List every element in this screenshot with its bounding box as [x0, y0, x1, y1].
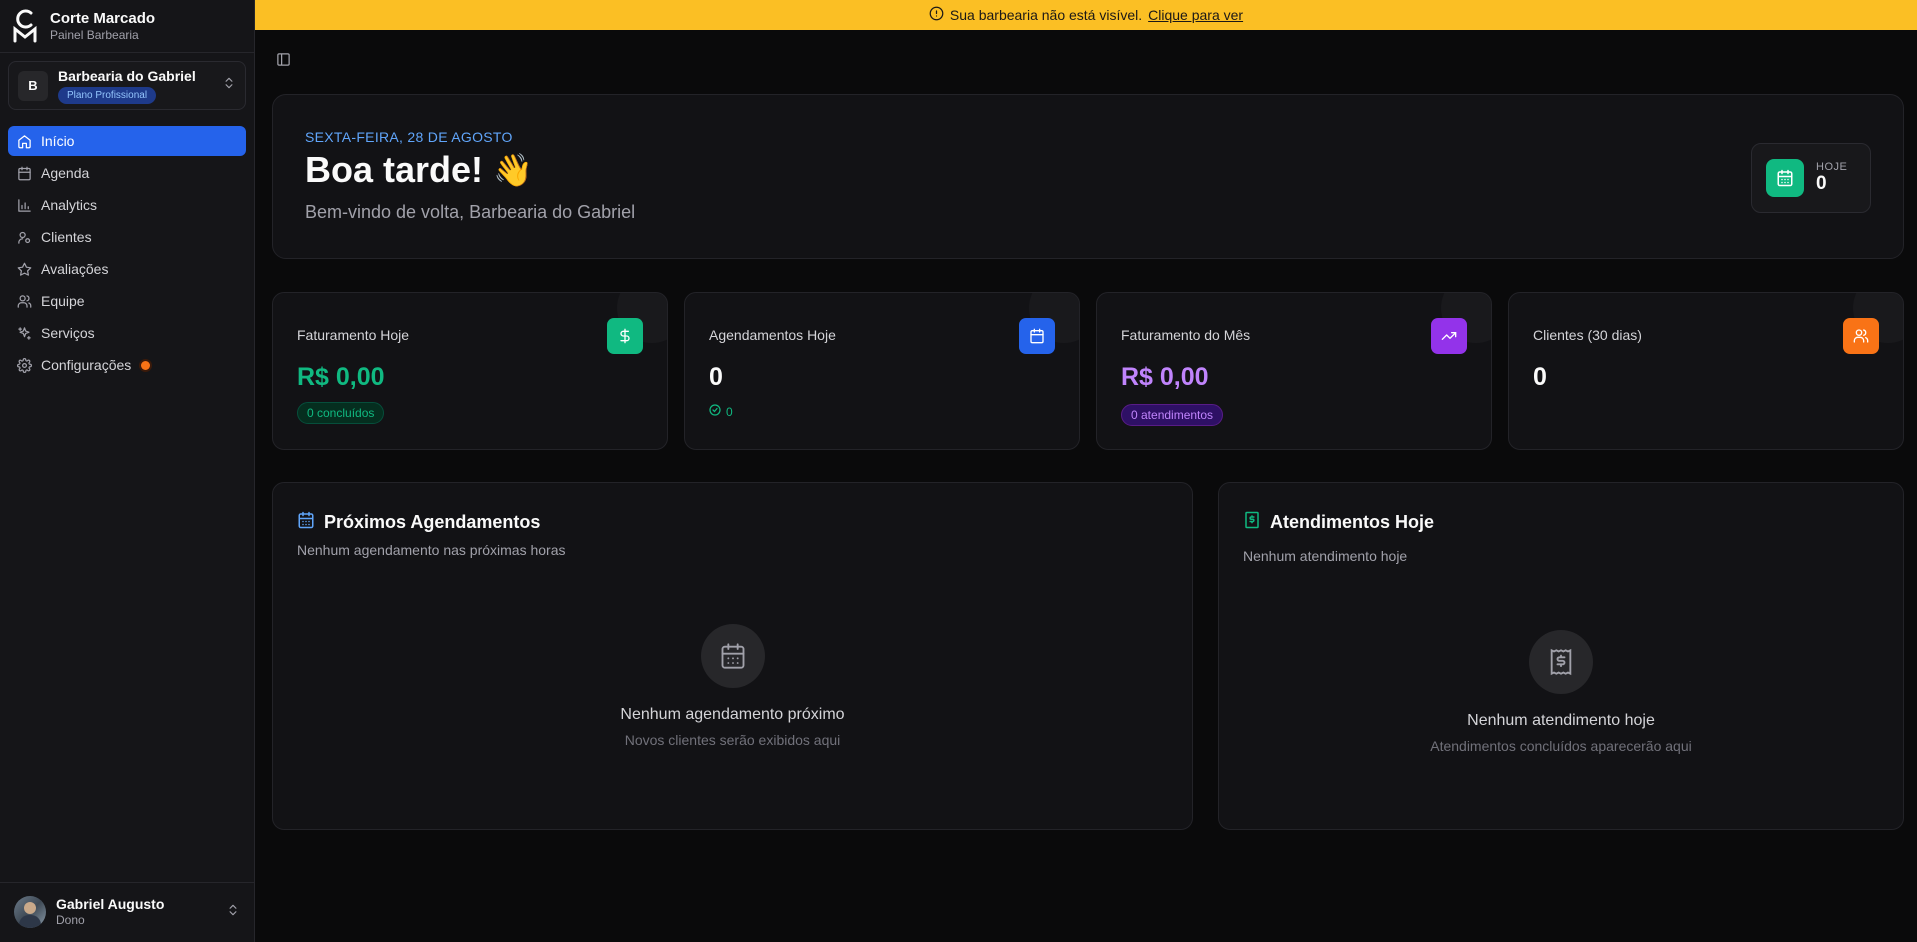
- team-icon: [17, 294, 32, 309]
- calendar-icon: [700, 624, 765, 688]
- stat-value: R$ 0,00: [1121, 363, 1209, 391]
- sidebar-toggle-button[interactable]: [274, 53, 292, 71]
- stat-value: R$ 0,00: [297, 363, 385, 391]
- logo-icon: [12, 8, 38, 44]
- empty-subtitle: Novos clientes serão exibidos aqui: [624, 732, 841, 748]
- divider: [0, 882, 255, 883]
- dollar-icon: [607, 318, 643, 354]
- stat-card-revenue-month: Faturamento do Mês R$ 0,00 0 atendimento…: [1096, 292, 1492, 450]
- bar-chart-icon: [17, 198, 32, 213]
- hero-date: SEXTA-FEIRA, 28 DE AGOSTO: [305, 129, 513, 145]
- avatar: [14, 896, 46, 928]
- divider: [0, 52, 255, 53]
- users-icon: [1843, 318, 1879, 354]
- panel-title: Atendimentos Hoje: [1243, 511, 1434, 534]
- services-today-panel: Atendimentos Hoje Nenhum atendimento hoj…: [1218, 482, 1904, 830]
- brand-subtitle: Painel Barbearia: [50, 27, 139, 42]
- hero-welcome: Bem-vindo de volta, Barbearia do Gabriel: [305, 202, 636, 222]
- stat-value: 0: [709, 363, 723, 391]
- status-badge: 0 concluídos: [297, 402, 385, 424]
- stat-label: Faturamento Hoje: [297, 327, 410, 343]
- panel-left-icon: [276, 52, 291, 72]
- sidebar-item-configuracoes[interactable]: Configurações: [8, 350, 246, 380]
- calendar-icon: [1766, 159, 1804, 197]
- today-label: HOJE: [1816, 161, 1848, 173]
- sidebar-item-label: Início: [41, 133, 75, 149]
- sidebar-item-label: Equipe: [41, 293, 85, 309]
- panel-subtitle: Nenhum agendamento nas próximas horas: [297, 542, 566, 558]
- sidebar-item-equipe[interactable]: Equipe: [8, 286, 246, 316]
- status-badge: 0 atendimentos: [1121, 404, 1224, 426]
- empty-title: Nenhum atendimento hoje: [1467, 712, 1655, 729]
- notification-dot: [141, 360, 151, 370]
- welcome-hero: SEXTA-FEIRA, 28 DE AGOSTO Boa tarde! 👋 B…: [272, 94, 1904, 259]
- upcoming-appointments-panel: Próximos Agendamentos Nenhum agendamento…: [272, 482, 1193, 830]
- calendar-icon: [17, 166, 32, 181]
- sidebar-item-servicos[interactable]: Serviços: [8, 318, 246, 348]
- hero-greeting: Boa tarde! 👋: [305, 147, 533, 193]
- banner-link[interactable]: Clique para ver: [1148, 7, 1243, 23]
- stat-label: Clientes (30 dias): [1533, 327, 1642, 343]
- stat-label: Agendamentos Hoje: [709, 327, 836, 343]
- calendar-icon: [297, 511, 315, 534]
- sidebar-item-label: Analytics: [41, 197, 98, 213]
- banner-text: Sua barbearia não está visível.: [949, 7, 1143, 23]
- panel-title-text: Próximos Agendamentos: [324, 512, 541, 532]
- panel-title-text: Atendimentos Hoje: [1270, 512, 1435, 532]
- shop-avatar: B: [18, 70, 48, 101]
- sidebar-item-analytics[interactable]: Analytics: [8, 190, 246, 220]
- check-circle-icon: [709, 404, 721, 419]
- completed-count: 0: [709, 404, 733, 419]
- shop-name: Barbearia do Gabriel: [58, 67, 196, 84]
- sidebar-item-agenda[interactable]: Agenda: [8, 158, 246, 188]
- stat-card-clients: Clientes (30 dias) 0: [1508, 292, 1904, 450]
- sidebar: Corte Marcado Painel Barbearia B Barbear…: [0, 0, 255, 942]
- sidebar-item-label: Clientes: [41, 229, 92, 245]
- star-icon: [17, 262, 32, 277]
- empty-state: Nenhum agendamento próximo Novos cliente…: [273, 624, 1192, 748]
- today-value: 0: [1816, 173, 1827, 194]
- sidebar-nav: Início Agenda Analytics Clientes Avaliaç…: [8, 126, 246, 382]
- shop-switcher[interactable]: B Barbearia do Gabriel Plano Profissiona…: [8, 61, 246, 110]
- sidebar-item-label: Configurações: [41, 357, 132, 373]
- stat-card-revenue-today: Faturamento Hoje R$ 0,00 0 concluídos: [272, 292, 668, 450]
- empty-state: Nenhum atendimento hoje Atendimentos con…: [1219, 630, 1903, 754]
- empty-subtitle: Atendimentos concluídos aparecerão aqui: [1430, 738, 1692, 754]
- stat-card-appointments-today: Agendamentos Hoje 0 0: [684, 292, 1080, 450]
- visibility-banner: Sua barbearia não está visível. Clique p…: [255, 0, 1917, 30]
- home-icon: [17, 134, 32, 149]
- panel-title: Próximos Agendamentos: [297, 511, 540, 534]
- users-icon: [17, 230, 32, 245]
- calendar-icon: [1019, 318, 1055, 354]
- stat-value: 0: [1533, 363, 1547, 391]
- chevron-up-down-icon: [226, 903, 240, 922]
- sidebar-item-label: Serviços: [41, 325, 95, 341]
- receipt-icon: [1529, 630, 1593, 694]
- stat-label: Faturamento do Mês: [1121, 327, 1251, 343]
- plan-badge: Plano Profissional: [58, 86, 157, 104]
- receipt-icon: [1243, 511, 1261, 534]
- today-summary-card: HOJE 0: [1751, 143, 1871, 213]
- chevron-up-down-icon: [222, 76, 236, 95]
- sidebar-item-avaliacoes[interactable]: Avaliações: [8, 254, 246, 284]
- brand[interactable]: Corte Marcado Painel Barbearia: [12, 8, 155, 44]
- user-role: Dono: [56, 913, 85, 927]
- empty-title: Nenhum agendamento próximo: [620, 706, 845, 723]
- sidebar-item-label: Agenda: [41, 165, 90, 181]
- sparkles-icon: [17, 326, 32, 341]
- gear-icon: [17, 357, 32, 373]
- sidebar-item-label: Avaliações: [41, 261, 109, 277]
- user-menu[interactable]: Gabriel Augusto Dono: [14, 896, 240, 928]
- brand-title: Corte Marcado: [50, 9, 156, 27]
- user-name: Gabriel Augusto: [56, 896, 165, 912]
- sidebar-item-inicio[interactable]: Início: [8, 126, 246, 156]
- sidebar-item-clientes[interactable]: Clientes: [8, 222, 246, 252]
- greeting-text: Boa tarde!: [305, 149, 484, 190]
- trending-up-icon: [1431, 318, 1467, 354]
- waving-hand-icon: 👋: [493, 152, 533, 188]
- alert-circle-icon: [929, 6, 944, 24]
- panel-subtitle: Nenhum atendimento hoje: [1243, 548, 1408, 564]
- completed-value: 0: [726, 404, 733, 419]
